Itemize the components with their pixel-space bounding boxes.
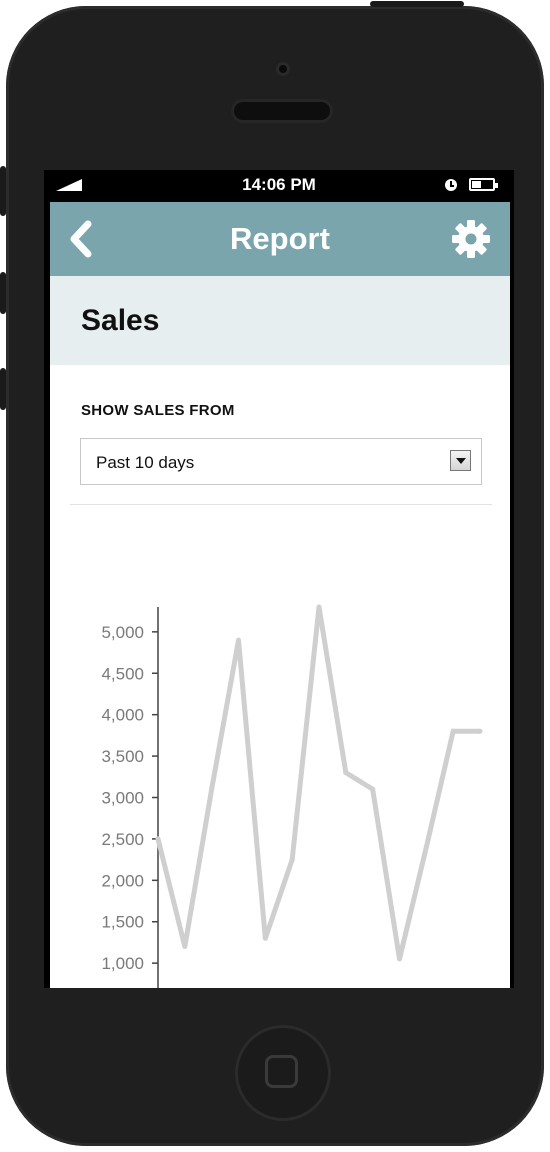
divider bbox=[70, 504, 492, 505]
front-camera bbox=[279, 65, 287, 73]
data-point bbox=[397, 956, 402, 962]
section-header: Sales bbox=[50, 276, 510, 365]
battery-level bbox=[472, 181, 481, 188]
y-tick-label: 2,500 bbox=[101, 830, 144, 849]
data-point bbox=[262, 935, 268, 941]
status-time: 14:06 PM bbox=[242, 175, 316, 194]
date-range-value: Past 10 days bbox=[96, 453, 195, 472]
volume-down-button bbox=[0, 368, 6, 410]
chart-series bbox=[155, 604, 483, 962]
volume-up-button bbox=[0, 272, 6, 314]
top-bar: Report bbox=[50, 202, 510, 276]
data-point bbox=[236, 637, 241, 643]
data-point bbox=[450, 728, 456, 734]
gear-icon bbox=[452, 220, 490, 258]
section-title: Sales bbox=[81, 304, 160, 337]
date-range-select[interactable]: Past 10 days bbox=[80, 438, 482, 485]
filter-label: SHOW SALES FROM bbox=[81, 402, 235, 419]
data-point bbox=[289, 857, 295, 863]
data-point bbox=[343, 770, 349, 776]
y-tick-label: 4,500 bbox=[101, 664, 144, 683]
phone-screen: 14:06 PM Report Sales SHOW SALES FROM Pa… bbox=[44, 170, 514, 988]
home-square-icon bbox=[265, 1055, 298, 1088]
data-point bbox=[182, 944, 188, 950]
page-header-title: Report bbox=[230, 221, 330, 256]
y-tick-label: 1,000 bbox=[101, 954, 144, 973]
data-point bbox=[477, 728, 483, 734]
home-button[interactable] bbox=[235, 1025, 331, 1121]
data-point bbox=[155, 836, 161, 842]
power-button bbox=[370, 1, 464, 7]
chevron-down-icon[interactable] bbox=[450, 450, 471, 471]
sales-line-chart: 1,000 1,500 2,000 2,500 3,000 3,500 4,000 4,500… bbox=[101, 604, 483, 988]
alarm-clock-icon bbox=[445, 179, 457, 191]
y-tick-label: 2,000 bbox=[101, 871, 144, 890]
y-tick-label: 1,500 bbox=[101, 913, 144, 932]
data-point bbox=[316, 604, 322, 610]
y-tick-label: 5,000 bbox=[101, 623, 144, 642]
y-tick-label: 3,000 bbox=[101, 789, 144, 808]
sales-series-line bbox=[155, 606, 480, 960]
data-point bbox=[209, 786, 215, 792]
battery-icon bbox=[469, 178, 498, 191]
app-view: Report Sales SHOW SALES FROM Past 10 day… bbox=[50, 202, 510, 988]
data-point bbox=[423, 844, 429, 850]
earpiece-speaker bbox=[234, 102, 330, 120]
data-point bbox=[370, 786, 376, 792]
y-axis-ticks: 1,000 1,500 2,000 2,500 3,000 3,500 4,000 4,500… bbox=[101, 623, 158, 973]
silent-switch bbox=[0, 166, 6, 216]
y-tick-label: 3,500 bbox=[101, 747, 144, 766]
settings-button[interactable] bbox=[450, 218, 492, 260]
y-tick-label: 4,000 bbox=[101, 706, 144, 725]
status-bar: 14:06 PM bbox=[44, 170, 514, 200]
